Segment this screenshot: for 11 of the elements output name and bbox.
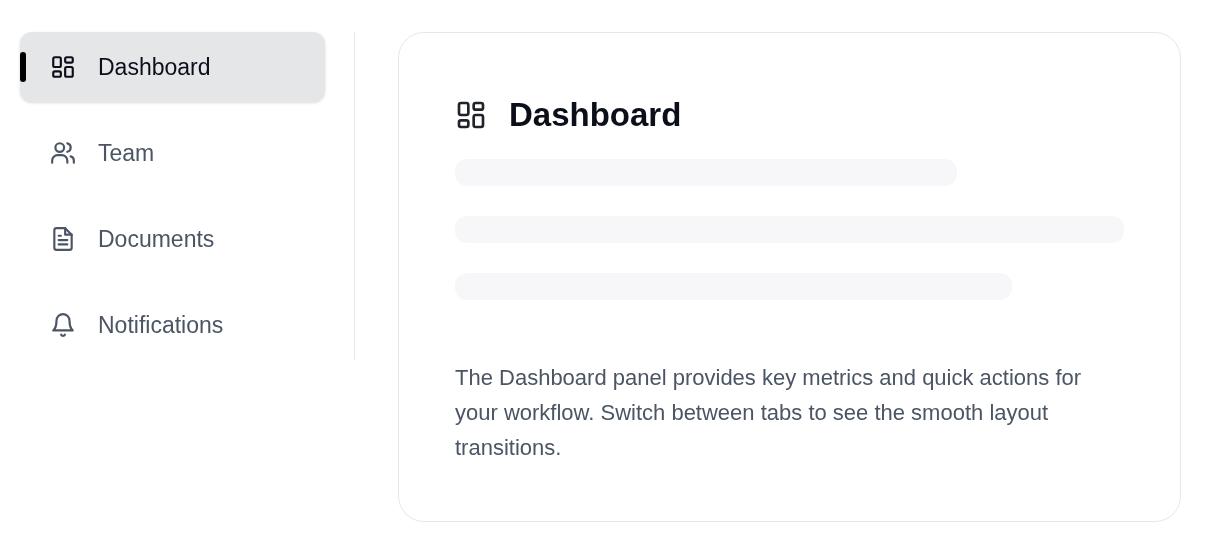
- sidebar-item[interactable]: Dashboard: [20, 32, 325, 102]
- sidebar-item[interactable]: Team: [20, 118, 325, 188]
- document-icon: [50, 226, 76, 252]
- panel-title: Dashboard: [509, 95, 682, 135]
- grid-icon: [50, 54, 76, 80]
- bell-icon: [50, 312, 76, 338]
- users-icon: [50, 140, 76, 166]
- sidebar-item[interactable]: Notifications: [20, 290, 325, 360]
- panel-description: The Dashboard panel provides key metrics and quick actions for your workflow. Switch between tabs to see the smooth layout transitions.: [455, 363, 1083, 462]
- sidebar-item[interactable]: Documents: [20, 204, 325, 274]
- active-indicator: [20, 52, 26, 82]
